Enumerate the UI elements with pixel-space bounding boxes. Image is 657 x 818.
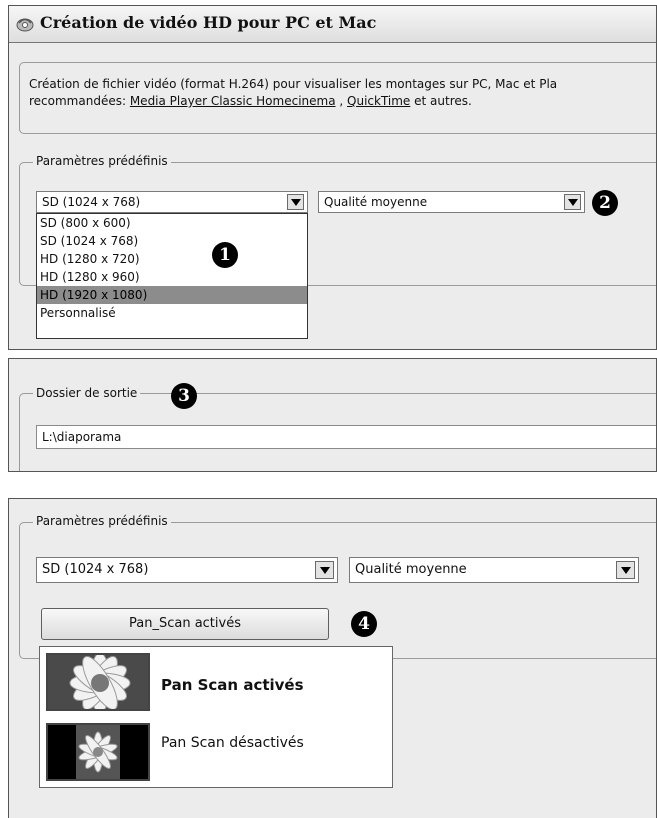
- quality-select[interactable]: Qualité moyenne: [318, 191, 585, 213]
- description-text: Création de fichier vidéo (format H.264)…: [29, 77, 557, 108]
- pan-scan-panel: Paramètres prédéfinis SD (1024 x 768) Qu…: [8, 498, 657, 818]
- option-sd-800[interactable]: SD (800 x 600): [37, 214, 307, 232]
- link-media-player-classic[interactable]: Media Player Classic Homecinema: [130, 94, 336, 108]
- flower-thumbnail-icon: [46, 723, 150, 781]
- resolution-value-2: SD (1024 x 768): [42, 562, 149, 577]
- pan-scan-button[interactable]: Pan_Scan activés: [41, 608, 329, 640]
- menu-item-pan-scan-enabled[interactable]: Pan Scan activés: [40, 647, 392, 711]
- description-line1: Création de fichier vidéo (format H.264)…: [29, 77, 558, 91]
- menu-label-enabled: Pan Scan activés: [161, 676, 304, 694]
- resolution-dropdown-list: SD (800 x 600) SD (1024 x 768) HD (1280 …: [36, 213, 308, 339]
- description-prefix: recommandées:: [29, 94, 130, 108]
- quality-value-2: Qualité moyenne: [355, 562, 467, 577]
- option-sd-1024[interactable]: SD (1024 x 768): [37, 232, 307, 250]
- description-separator: ,: [335, 94, 348, 108]
- output-path-input[interactable]: L:\diaporama: [36, 425, 656, 449]
- option-hd-1920[interactable]: HD (1920 x 1080): [37, 286, 307, 304]
- chevron-down-icon[interactable]: [315, 561, 334, 579]
- option-hd-1280-720[interactable]: HD (1280 x 720): [37, 250, 307, 268]
- resolution-value: SD (1024 x 768): [42, 195, 141, 209]
- resolution-select-2[interactable]: SD (1024 x 768): [36, 557, 338, 583]
- output-legend: Dossier de sortie: [33, 386, 141, 400]
- presets-legend: Paramètres prédéfinis: [33, 154, 171, 168]
- output-path-value: L:\diaporama: [42, 430, 122, 444]
- description-line2: recommandées: Media Player Classic Homec…: [29, 94, 557, 108]
- callout-2: 2: [592, 190, 618, 216]
- option-hd-1280-960[interactable]: HD (1280 x 960): [37, 268, 307, 286]
- menu-item-pan-scan-disabled[interactable]: Pan Scan désactivés: [40, 717, 392, 781]
- callout-4: 4: [351, 611, 377, 637]
- chevron-down-icon[interactable]: [616, 561, 635, 579]
- description-suffix: et autres.: [410, 94, 472, 108]
- link-quicktime[interactable]: QuickTime: [347, 94, 410, 108]
- title-bar: Création de vidéo HD pour PC et Mac: [9, 6, 656, 43]
- description-box: Création de fichier vidéo (format H.264)…: [19, 62, 656, 134]
- hd-video-dialog: Création de vidéo HD pour PC et Mac Créa…: [8, 5, 657, 350]
- presets2-legend: Paramètres prédéfinis: [33, 514, 171, 528]
- quality-value: Qualité moyenne: [324, 195, 428, 209]
- window-title: Création de vidéo HD pour PC et Mac: [40, 13, 377, 32]
- resolution-select[interactable]: SD (1024 x 768): [36, 191, 308, 213]
- menu-label-disabled: Pan Scan désactivés: [161, 735, 304, 751]
- flower-thumbnail-icon: [46, 653, 150, 711]
- chevron-down-icon[interactable]: [287, 194, 304, 210]
- callout-3: 3: [171, 383, 197, 409]
- output-folder-panel: Dossier de sortie 3 L:\diaporama: [8, 358, 657, 472]
- app-icon: [15, 15, 35, 36]
- callout-1: 1: [212, 242, 238, 268]
- quality-select-2[interactable]: Qualité moyenne: [349, 557, 639, 583]
- option-custom[interactable]: Personnalisé: [37, 304, 307, 322]
- chevron-down-icon[interactable]: [564, 194, 581, 210]
- pan-scan-menu: Pan Scan activés Pan Scan désactivés: [39, 646, 393, 788]
